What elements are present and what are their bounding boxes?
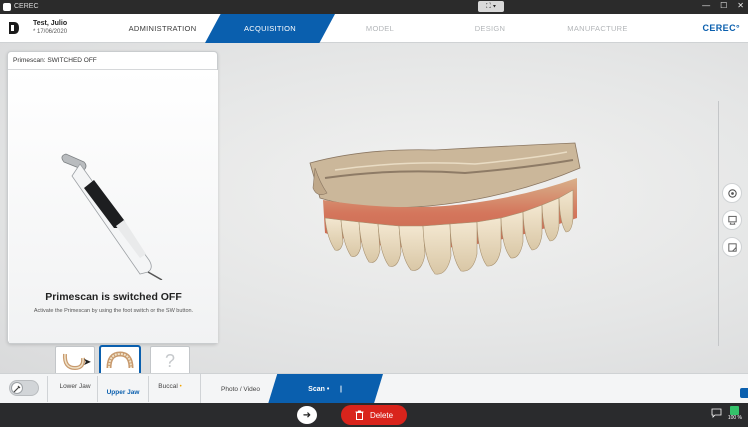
strip-divider [97, 376, 98, 402]
viewport-scrollbar[interactable] [718, 101, 719, 346]
toggle-knob [11, 382, 23, 394]
step-expand-icon: ∥ [339, 386, 343, 393]
phase-manufacture[interactable]: MANUFACTURE [545, 14, 650, 43]
delete-label: Delete [369, 410, 394, 420]
scan-catalog-strip: Lower Jaw Upper Jaw Buccal • Photo / Vid… [0, 373, 748, 404]
phase-administration[interactable]: ADMINISTRATION [110, 14, 215, 43]
phase-model[interactable]: MODEL [335, 14, 425, 43]
minimize-button[interactable]: — [702, 1, 710, 10]
scanner-toggle[interactable] [9, 380, 39, 396]
phase-design[interactable]: DESIGN [440, 14, 540, 43]
patient-dob: * 17/06/2020 [33, 29, 68, 35]
upper-jaw-thumbnail[interactable] [100, 346, 140, 376]
phase-acquisition[interactable]: ACQUISITION [205, 14, 335, 43]
battery-icon [730, 406, 740, 415]
scan-review-button[interactable] [722, 210, 742, 230]
cursor-pointer-icon: ➤ [83, 357, 92, 368]
buccal-thumbnail[interactable]: ? [150, 346, 190, 376]
brush-icon [13, 385, 21, 393]
lower-jaw-label[interactable]: Lower Jaw [55, 383, 95, 390]
close-button[interactable]: ✕ [737, 1, 744, 10]
chat-icon[interactable] [711, 408, 722, 420]
panel-description: Activate the Primescan by using the foot… [33, 308, 194, 314]
step-scan-marker: • [326, 385, 330, 393]
scanner-status-panel: Primescan: SWITCHED OFF Primescan is swi… [7, 51, 218, 344]
window-controls: — ☐ ✕ [702, 1, 744, 10]
settings-icon [727, 188, 737, 198]
battery-level: 100 % [727, 415, 742, 421]
step-photo-video[interactable]: Photo / Video [200, 374, 280, 404]
back-button[interactable]: ➜ [297, 406, 317, 424]
panel-title: Primescan: SWITCHED OFF [13, 57, 97, 64]
trash-icon [355, 410, 364, 420]
app-header: Test, Julio * 17/06/2020 ADMINISTRATION … [0, 14, 748, 43]
window-layout-control[interactable]: ⛶ ▾ [478, 1, 504, 12]
panel-body: Primescan is switched OFF Activate the P… [9, 70, 218, 343]
app-icon [3, 3, 11, 11]
upper-jaw-3d-model[interactable] [305, 138, 585, 283]
primescan-device-illustration [61, 153, 163, 280]
panel-edge-tab[interactable] [740, 388, 748, 398]
maximize-button[interactable]: ☐ [720, 1, 727, 10]
footer-bar: ➜ Delete 100 % [0, 403, 748, 427]
delete-button[interactable]: Delete [341, 405, 407, 425]
strip-divider [148, 376, 149, 402]
window-title: CEREC [14, 3, 39, 10]
buccal-label[interactable]: Buccal • [150, 383, 190, 390]
brand-logo[interactable]: CEREC° [702, 23, 740, 33]
system-status: 100 % [711, 406, 742, 421]
window-title-bar: CEREC ⛶ ▾ — ☐ ✕ [0, 0, 748, 14]
scan-review-icon [727, 215, 737, 225]
dentsply-logo-icon [9, 22, 19, 34]
upper-jaw-label[interactable]: Upper Jaw [100, 389, 146, 396]
window-button[interactable] [722, 237, 742, 257]
upper-jaw-scan-icon [106, 351, 134, 369]
step-scan[interactable]: Scan • ∥ [268, 374, 383, 404]
empty-scan-placeholder: ? [164, 350, 175, 371]
patient-name[interactable]: Test, Julio [33, 20, 67, 27]
lower-jaw-thumbnail[interactable]: ➤ [55, 346, 95, 376]
arrow-left-icon: ➜ [302, 409, 312, 421]
panel-heading: Primescan is switched OFF [45, 291, 182, 303]
window-icon [727, 242, 737, 252]
buccal-status-dot: • [179, 384, 182, 390]
step-scan-label: Scan [308, 385, 325, 393]
settings-button[interactable] [722, 183, 742, 203]
battery-indicator: 100 % [728, 406, 742, 421]
buccal-label-text: Buccal [158, 383, 178, 390]
strip-divider [47, 376, 48, 402]
